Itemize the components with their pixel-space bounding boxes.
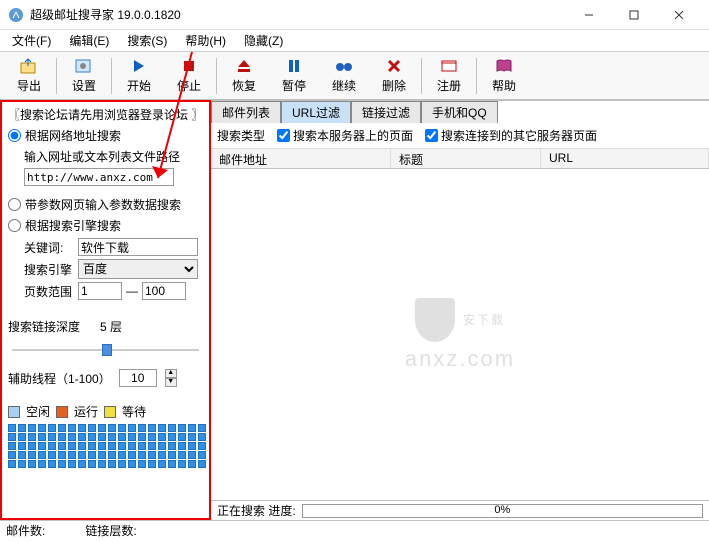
close-button[interactable] bbox=[656, 0, 701, 30]
checkbox-other-servers[interactable] bbox=[425, 129, 438, 142]
threads-label: 辅助线程（1-100） bbox=[8, 370, 111, 387]
menu-search[interactable]: 搜索(S) bbox=[119, 30, 175, 51]
list-header: 邮件地址 标题 URL bbox=[211, 149, 709, 169]
watermark: 安下载 anxz.com bbox=[405, 298, 515, 372]
radio-param-search[interactable] bbox=[8, 198, 21, 211]
help-button[interactable]: 帮助 bbox=[479, 54, 529, 98]
book-icon bbox=[495, 58, 513, 74]
url-hint: 输入网址或文本列表文件路径 bbox=[24, 148, 203, 165]
resume-button[interactable]: 恢复 bbox=[219, 54, 269, 98]
tab-url-filter[interactable]: URL过滤 bbox=[281, 101, 351, 123]
keyword-input[interactable] bbox=[78, 238, 198, 256]
menu-edit[interactable]: 编辑(E) bbox=[61, 30, 117, 51]
engine-select[interactable]: 百度 bbox=[78, 259, 198, 279]
progress-bar: 0% bbox=[302, 504, 703, 518]
settings-button[interactable]: 设置 bbox=[59, 54, 109, 98]
delete-icon bbox=[386, 58, 402, 74]
col-url[interactable]: URL bbox=[541, 149, 709, 168]
menu-hide[interactable]: 隐藏(Z) bbox=[236, 30, 291, 51]
tab-link-filter[interactable]: 链接过滤 bbox=[351, 101, 421, 123]
col-email[interactable]: 邮件地址 bbox=[211, 149, 391, 168]
minimize-button[interactable] bbox=[566, 0, 611, 30]
status-link-depth: 链接层数: bbox=[85, 522, 136, 539]
tab-phone-qq[interactable]: 手机和QQ bbox=[421, 101, 498, 123]
col-title[interactable]: 标题 bbox=[391, 149, 541, 168]
list-body: 安下载 anxz.com bbox=[211, 169, 709, 500]
play-icon bbox=[131, 58, 147, 74]
start-button[interactable]: 开始 bbox=[114, 54, 164, 98]
continue-button[interactable]: 继续 bbox=[319, 54, 369, 98]
menu-file[interactable]: 文件(F) bbox=[4, 30, 59, 51]
radio-url-search[interactable] bbox=[8, 129, 21, 142]
page-from-input[interactable] bbox=[78, 282, 122, 300]
eject-icon bbox=[236, 58, 252, 74]
legend-wait-swatch bbox=[104, 406, 116, 418]
stop-button[interactable]: 停止 bbox=[164, 54, 214, 98]
url-input[interactable] bbox=[24, 168, 174, 186]
delete-button[interactable]: 删除 bbox=[369, 54, 419, 98]
page-to-input[interactable] bbox=[142, 282, 186, 300]
depth-slider[interactable] bbox=[8, 341, 203, 359]
pause-icon bbox=[286, 58, 302, 74]
search-type-label: 搜索类型 bbox=[217, 127, 265, 144]
radio-engine-search[interactable] bbox=[8, 219, 21, 232]
status-mail-count: 邮件数: bbox=[6, 522, 45, 539]
gear-icon bbox=[74, 57, 94, 75]
window-title: 超级邮址搜寻家 19.0.0.1820 bbox=[30, 6, 566, 23]
threads-spinner[interactable]: ▲▼ bbox=[165, 369, 177, 387]
register-button[interactable]: 注册 bbox=[424, 54, 474, 98]
register-icon bbox=[440, 57, 458, 75]
stop-icon bbox=[181, 58, 197, 74]
export-icon bbox=[19, 57, 39, 75]
app-icon bbox=[8, 7, 24, 23]
thread-grid bbox=[8, 424, 203, 468]
binoculars-icon bbox=[334, 58, 354, 74]
legend-idle-swatch bbox=[8, 406, 20, 418]
depth-value: 5 层 bbox=[100, 318, 122, 335]
progress-label: 正在搜索 进度: bbox=[217, 502, 296, 519]
checkbox-this-server[interactable] bbox=[277, 129, 290, 142]
threads-input[interactable] bbox=[119, 369, 157, 387]
search-options-panel: 〖搜索论坛请先用浏览器登录论坛 〗 根据网络地址搜索 输入网址或文本列表文件路径… bbox=[0, 100, 211, 520]
legend-run-swatch bbox=[56, 406, 68, 418]
export-button[interactable]: 导出 bbox=[4, 54, 54, 98]
maximize-button[interactable] bbox=[611, 0, 656, 30]
tab-mail-list[interactable]: 邮件列表 bbox=[211, 101, 281, 123]
pause-button[interactable]: 暂停 bbox=[269, 54, 319, 98]
panel-title: 〖搜索论坛请先用浏览器登录论坛 〗 bbox=[8, 106, 203, 123]
depth-label: 搜索链接深度 bbox=[8, 318, 80, 335]
menu-help[interactable]: 帮助(H) bbox=[177, 30, 234, 51]
